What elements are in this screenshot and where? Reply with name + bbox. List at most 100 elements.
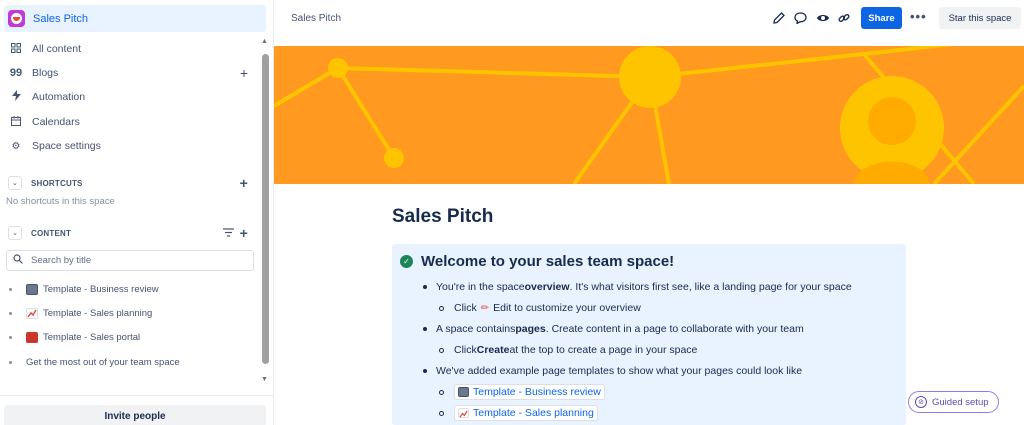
bullet-icon — [423, 369, 427, 373]
list-item-bold: pages — [515, 323, 546, 335]
calendar-icon — [9, 115, 23, 129]
notebook-icon — [26, 283, 38, 295]
star-space-button[interactable]: Star this space — [939, 7, 1021, 29]
filter-icon[interactable] — [223, 226, 234, 240]
sidebar-item-blogs[interactable]: 99 Blogs + — [4, 62, 266, 84]
sidebar-item-automation[interactable]: Automation — [4, 86, 266, 108]
template-link-business-review[interactable]: Template - Business review — [454, 384, 605, 400]
tree-item-get-most-out[interactable]: Get the most out of your team space — [9, 352, 180, 372]
bullet-icon — [9, 360, 12, 364]
list-item: Template - Sales planning — [439, 405, 598, 421]
edit-pencil-icon[interactable] — [770, 9, 788, 27]
comment-icon[interactable] — [791, 9, 809, 27]
list-item-text: We've added example page templates to sh… — [436, 365, 803, 377]
hollow-bullet-icon — [439, 347, 444, 353]
list-item: Template - Business review — [439, 384, 605, 400]
bullet-icon — [423, 327, 427, 331]
more-actions-icon[interactable]: ••• — [910, 9, 927, 24]
tree-item-sales-planning[interactable]: Template - Sales planning — [9, 303, 152, 323]
space-header[interactable]: Sales Pitch — [4, 5, 266, 32]
list-item: We've added example page templates to sh… — [423, 365, 802, 377]
sidebar-item-calendars[interactable]: Calendars — [4, 111, 266, 133]
app-root: Sales Pitch All content 99 Blogs + Autom… — [0, 0, 1024, 425]
link-label: Template - Business review — [473, 386, 601, 398]
share-button[interactable]: Share — [861, 7, 902, 29]
chart-increasing-icon — [458, 408, 469, 418]
guided-setup-button[interactable]: ⊘ Guided setup — [908, 391, 999, 413]
add-blog-icon[interactable]: + — [240, 65, 248, 81]
tree-item-sales-portal[interactable]: Template - Sales portal — [9, 327, 140, 347]
chevron-down-icon[interactable]: ⌄ — [8, 226, 22, 240]
shortcuts-heading: SHORTCUTS — [31, 178, 83, 188]
scroll-up-arrow-icon[interactable]: ▲ — [261, 38, 268, 45]
list-item: Click ✏ Edit to customize your overview — [439, 302, 641, 314]
list-item: A space contains pages . Create content … — [423, 323, 804, 335]
shortcuts-section-header[interactable]: ⌄ SHORTCUTS + — [4, 173, 266, 193]
content-section-header[interactable]: ⌄ CONTENT + — [4, 223, 266, 243]
notebook-icon — [458, 387, 469, 397]
space-name: Sales Pitch — [33, 12, 89, 25]
sidebar-scrollbar[interactable]: ▲ ▼ — [259, 38, 271, 390]
search-placeholder: Search by title — [31, 255, 92, 266]
sidebar-item-label: Blogs — [32, 67, 59, 79]
list-item-text: Click — [454, 344, 477, 356]
bullet-icon — [423, 285, 427, 289]
scrollbar-thumb[interactable] — [262, 54, 269, 364]
watch-eye-icon[interactable] — [814, 9, 832, 27]
scroll-down-arrow-icon[interactable]: ▼ — [261, 376, 268, 383]
panel-heading-text: Welcome to your sales team space! — [421, 253, 675, 270]
bullet-icon — [9, 311, 12, 315]
page-title: Sales Pitch — [392, 206, 494, 227]
tree-item-label: Get the most out of your team space — [26, 356, 180, 368]
sidebar-item-label: All content — [32, 43, 82, 55]
shortcuts-empty-text: No shortcuts in this space — [6, 196, 115, 207]
sidebar-item-label: Automation — [32, 91, 86, 103]
tree-item-label: Template - Sales planning — [43, 307, 153, 319]
sidebar-item-space-settings[interactable]: ⚙ Space settings — [4, 135, 266, 157]
list-item-text: . Create content in a page to collaborat… — [545, 323, 804, 335]
briefcase-icon — [26, 331, 38, 343]
pencil-emoji-icon: ✏ — [480, 302, 490, 314]
list-item: Click Create at the top to create a page… — [439, 344, 697, 356]
quote-icon: 99 — [9, 67, 23, 79]
hollow-bullet-icon — [439, 305, 444, 311]
header-banner-image — [274, 46, 1024, 184]
compass-icon: ⊘ — [915, 396, 927, 408]
list-item-text: A space contains — [436, 323, 516, 335]
copy-link-icon[interactable] — [835, 9, 853, 27]
list-item-bold: overview — [524, 281, 570, 293]
add-content-icon[interactable]: + — [240, 225, 248, 241]
list-item-text: Edit to customize your overview — [493, 302, 641, 314]
sidebar-divider — [0, 395, 273, 396]
add-shortcut-icon[interactable]: + — [240, 175, 248, 191]
list-item-bold: Create — [476, 344, 510, 356]
tree-item-label: Template - Sales portal — [43, 331, 141, 343]
list-item-text: . It's what visitors first see, like a l… — [569, 281, 852, 293]
top-bar: Sales Pitch Share ••• Star this space — [274, 0, 1024, 38]
link-label: Template - Sales planning — [473, 407, 594, 419]
guided-setup-label: Guided setup — [932, 396, 989, 408]
search-icon — [13, 254, 23, 267]
list-item-text: at the top to create a page in your spac… — [509, 344, 698, 356]
hollow-bullet-icon — [439, 410, 444, 416]
bullet-icon — [9, 287, 12, 291]
template-link-sales-planning[interactable]: Template - Sales planning — [454, 405, 598, 421]
sidebar-item-all-content[interactable]: All content — [4, 38, 266, 60]
tree-item-business-review[interactable]: Template - Business review — [9, 279, 159, 299]
tree-item-label: Template - Business review — [43, 283, 159, 295]
content-heading: CONTENT — [31, 228, 72, 238]
hollow-bullet-icon — [439, 389, 444, 395]
chevron-down-icon[interactable]: ⌄ — [8, 176, 22, 190]
bullet-icon — [9, 335, 12, 339]
check-circle-icon: ✓ — [400, 255, 413, 268]
sidebar-item-label: Calendars — [32, 116, 80, 128]
invite-people-button[interactable]: Invite people — [4, 405, 266, 425]
list-item-text: You're in the space — [436, 281, 525, 293]
grid-icon — [9, 42, 23, 56]
breadcrumb[interactable]: Sales Pitch — [291, 13, 341, 24]
lightning-icon — [9, 90, 23, 104]
space-logo-icon — [8, 10, 25, 27]
list-item: You're in the space overview . It's what… — [423, 281, 852, 293]
search-input[interactable]: Search by title — [6, 250, 254, 271]
sidebar-item-label: Space settings — [32, 140, 101, 152]
